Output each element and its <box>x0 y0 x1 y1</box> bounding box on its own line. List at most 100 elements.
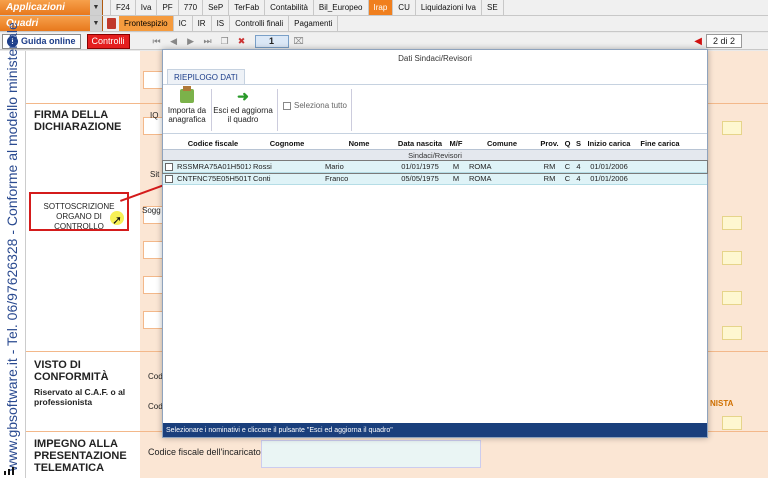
field-right-1[interactable] <box>722 216 742 230</box>
field-right-5[interactable] <box>722 416 742 430</box>
page-number-input[interactable]: 1 <box>254 34 289 48</box>
row-checkbox[interactable] <box>165 162 173 171</box>
cell-s: 4 <box>576 162 581 171</box>
tab-riepilogo-dati[interactable]: RIEPILOGO DATI <box>167 69 245 84</box>
field-right-2[interactable] <box>722 251 742 265</box>
quadri-menu-bar: Quadri ▼ Frontespizio IC IR IS Controlli… <box>0 16 768 32</box>
cell-cf: RSSMRA75A01H501X <box>177 162 251 171</box>
tab-liquidazioni-iva[interactable]: Liquidazioni Iva <box>416 0 483 15</box>
next-page-icon[interactable]: ▶ <box>184 35 198 48</box>
chevron-down-icon[interactable]: ▼ <box>90 16 102 31</box>
red-triangle-icon[interactable]: ◀ <box>694 36 702 47</box>
col-q[interactable]: Q <box>562 139 573 148</box>
cell-cognome: Rossi <box>253 162 272 171</box>
cell-cognome: Conti <box>253 174 271 183</box>
tab-terfab[interactable]: TerFab <box>229 0 266 15</box>
cell-q: C <box>564 162 571 171</box>
iq-label: IQ <box>150 111 159 120</box>
cell-q: C <box>564 174 571 183</box>
col-data-nascita[interactable]: Data nascita <box>395 139 445 148</box>
mouse-cursor-icon: ➚ <box>112 213 123 227</box>
tab-sep[interactable]: SeP <box>203 0 230 15</box>
vertical-banner: www.gbsoftware.it - Tel. 06/97626328 - C… <box>0 22 26 478</box>
tab-se[interactable]: SE <box>482 0 504 15</box>
first-page-icon[interactable]: ⏮ <box>150 35 164 48</box>
col-inizio-carica[interactable]: Inizio carica <box>584 139 634 148</box>
esci-aggiorna-button[interactable]: ➜ Esci ed aggiorna il quadro <box>213 89 273 124</box>
cell-comune: ROMA <box>469 174 492 183</box>
col-prov[interactable]: Prov. <box>537 139 562 148</box>
chevron-down-icon[interactable]: ▼ <box>90 0 102 15</box>
row-checkbox[interactable] <box>165 174 173 183</box>
tab-ir[interactable]: IR <box>193 16 212 31</box>
prev-page-icon[interactable]: ◀ <box>167 35 181 48</box>
importa-label: Importa da anagrafica <box>167 106 207 124</box>
tab-controlli-finali[interactable]: Controlli finali <box>230 16 290 31</box>
import-icon <box>180 86 194 103</box>
col-nome[interactable]: Nome <box>323 139 395 148</box>
cell-data-nascita: 01/01/1975 <box>401 162 439 171</box>
firma-title: FIRMA DELLA DICHIARAZIONE <box>34 109 122 133</box>
col-comune[interactable]: Comune <box>467 139 537 148</box>
visto-subtitle: Riservato al C.A.F. o al professionista <box>34 387 126 407</box>
codice-fiscale-incaricato-label: Codice fiscale dell'incaricato <box>148 447 261 457</box>
status-bar: Selezionare i nominativi e cliccare il p… <box>163 423 707 437</box>
cell-data-nascita: 05/05/1975 <box>401 174 439 183</box>
tab-pagamenti[interactable]: Pagamenti <box>289 16 339 31</box>
seleziona-tutto-checkbox[interactable]: Seleziona tutto <box>283 101 347 110</box>
cell-prov: RM <box>543 162 556 171</box>
copy-page-icon[interactable]: ❐ <box>218 35 232 48</box>
tab-cu[interactable]: CU <box>393 0 416 15</box>
field-right-4[interactable] <box>722 326 742 340</box>
tab-iva[interactable]: Iva <box>136 0 158 15</box>
cell-nome: Mario <box>325 162 344 171</box>
sindaci-grid: Codice fiscale Cognome Nome Data nascita… <box>162 138 708 185</box>
toolbar: i Guida online Controlli ⏮ ◀ ▶ ⏭ ❐ ✖ 1 ⌧… <box>0 33 768 50</box>
nista-label: NISTA <box>710 399 734 408</box>
tab-is[interactable]: IS <box>212 16 231 31</box>
table-row[interactable]: RSSMRA75A01H501X Rossi Mario 01/01/1975 … <box>162 160 708 174</box>
table-row[interactable]: CNTFNC75E05H501T Conti Franco 05/05/1975… <box>163 173 707 185</box>
cell-prov: RM <box>543 174 556 183</box>
applicazioni-label: Applicazioni <box>6 2 65 13</box>
col-codice-fiscale[interactable]: Codice fiscale <box>175 139 251 148</box>
tab-770[interactable]: 770 <box>179 0 204 15</box>
visto-title: VISTO DI CONFORMITÀ <box>34 359 109 383</box>
delete-page-icon[interactable]: ✖ <box>235 35 249 48</box>
col-s[interactable]: S <box>573 139 584 148</box>
col-fine-carica[interactable]: Fine carica <box>634 139 686 148</box>
sit-label: Sit <box>150 170 160 179</box>
col-mf[interactable]: M/F <box>445 139 467 148</box>
bars-icon <box>4 467 14 475</box>
exit-arrow-icon: ➜ <box>237 88 249 104</box>
col-cognome[interactable]: Cognome <box>251 139 323 148</box>
tab-irap[interactable]: Irap <box>368 0 394 15</box>
cell-inizio-carica: 01/01/2006 <box>590 174 628 183</box>
cell-nome: Franco <box>325 174 349 183</box>
tab-ic[interactable]: IC <box>174 16 193 31</box>
app-menu-bar: Applicazioni ▼ F24 Iva PF 770 SeP TerFab… <box>0 0 768 16</box>
tab-bil-europeo[interactable]: Bil_Europeo <box>314 0 369 15</box>
tab-f24[interactable]: F24 <box>111 0 136 15</box>
tab-pf[interactable]: PF <box>157 0 179 15</box>
controlli-button[interactable]: Controlli <box>86 33 130 49</box>
grid-header: Codice fiscale Cognome Nome Data nascita… <box>163 138 707 150</box>
tab-frontespizio[interactable]: Frontespizio <box>119 16 174 31</box>
cell-comune: ROMA <box>469 162 492 171</box>
group-header: Sindaci/Revisori <box>163 150 707 161</box>
cell-s: 4 <box>576 174 581 183</box>
codice-fiscale-incaricato-input[interactable] <box>261 440 481 468</box>
pdf-icon[interactable] <box>103 16 119 31</box>
tab-contabilita[interactable]: Contabilità <box>265 0 314 15</box>
importa-anagrafica-button[interactable]: Importa da anagrafica <box>165 86 209 124</box>
page-indicator: 2 di 2 <box>705 34 742 48</box>
dialog-title: Dati Sindaci/Revisori <box>163 50 707 67</box>
checkbox-icon <box>283 101 291 110</box>
applicazioni-dropdown[interactable]: Applicazioni ▼ <box>0 0 103 15</box>
last-page-icon[interactable]: ⏭ <box>201 35 215 48</box>
clear-page-icon[interactable]: ⌧ <box>292 35 306 48</box>
firma-field[interactable] <box>722 121 742 135</box>
guida-label: Guida online <box>21 36 76 46</box>
ribbon: Importa da anagrafica ➜ Esci ed aggiorna… <box>163 84 707 134</box>
field-right-3[interactable] <box>722 291 742 305</box>
